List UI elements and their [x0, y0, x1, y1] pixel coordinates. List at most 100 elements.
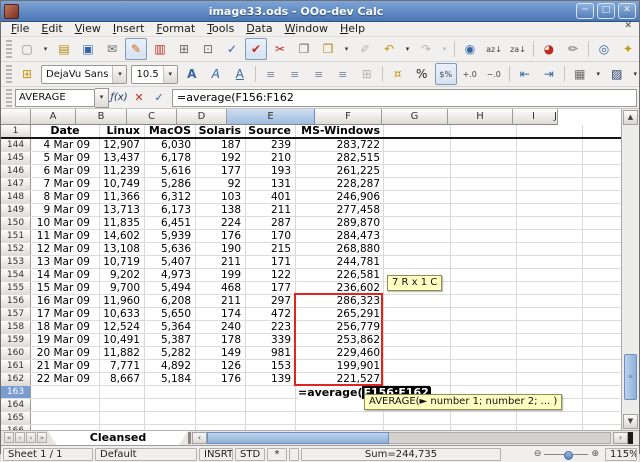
cell[interactable]: 4,892: [144, 360, 195, 372]
separator[interactable]: [509, 66, 510, 82]
cell[interactable]: 261,225: [295, 165, 383, 177]
separator[interactable]: [255, 66, 256, 82]
cell[interactable]: 5,282: [144, 347, 195, 359]
cell[interactable]: 11,882: [99, 347, 144, 359]
new-document-button[interactable]: ▢: [16, 38, 38, 60]
selection-mode-indicator[interactable]: STD: [235, 448, 265, 461]
spellcheck-button[interactable]: ✓: [221, 38, 243, 60]
cell[interactable]: 240: [195, 321, 245, 333]
tab-split-handle[interactable]: [188, 432, 191, 444]
cell[interactable]: 22 Mar 09: [31, 373, 99, 385]
cell[interactable]: 268,880: [295, 243, 383, 255]
separator[interactable]: [564, 66, 565, 82]
cell[interactable]: 14 Mar 09: [31, 269, 99, 281]
italic-button[interactable]: A: [205, 63, 227, 85]
row-header[interactable]: 149: [1, 204, 31, 216]
cell[interactable]: 7,771: [99, 360, 144, 372]
row-header[interactable]: 160: [1, 347, 31, 359]
name-box[interactable]: AVERAGE: [15, 89, 95, 107]
cell[interactable]: Linux: [99, 125, 144, 137]
bold-button[interactable]: A: [181, 63, 203, 85]
menu-item[interactable]: Edit: [35, 22, 68, 36]
number-format-standard-button[interactable]: $%: [435, 63, 457, 85]
export-pdf-button[interactable]: ▥: [149, 38, 171, 60]
cell[interactable]: 153: [245, 360, 295, 372]
edit-file-button[interactable]: ✎: [125, 38, 147, 60]
cell[interactable]: 277,458: [295, 204, 383, 216]
cell[interactable]: 139: [245, 373, 295, 385]
font-size-combo[interactable]: 10.5 ▾: [131, 65, 177, 84]
cell[interactable]: 5,939: [144, 230, 195, 242]
row-header[interactable]: 148: [1, 191, 31, 203]
row-header[interactable]: 153: [1, 256, 31, 268]
document-close-icon[interactable]: ✕: [620, 21, 636, 31]
font-name-value[interactable]: DejaVu Sans: [42, 69, 112, 80]
cell[interactable]: 6,208: [144, 295, 195, 307]
font-size-value[interactable]: 10.5: [132, 69, 162, 80]
cell[interactable]: 5,650: [144, 308, 195, 320]
cell[interactable]: Date: [31, 125, 99, 137]
save-button[interactable]: ▣: [77, 38, 99, 60]
cell[interactable]: 15 Mar 09: [31, 282, 99, 294]
cut-button[interactable]: ✂: [269, 38, 291, 60]
cell[interactable]: 289,870: [295, 217, 383, 229]
scroll-left-icon[interactable]: ‹: [192, 432, 207, 444]
formula-input[interactable]: =average(F156:F162: [172, 89, 637, 107]
cell[interactable]: 211: [195, 256, 245, 268]
cell[interactable]: 5,286: [144, 178, 195, 190]
split-window-handle[interactable]: [628, 432, 633, 444]
cell[interactable]: 10,719: [99, 256, 144, 268]
cell[interactable]: 193: [245, 165, 295, 177]
next-sheet-icon[interactable]: ›: [26, 432, 36, 443]
first-sheet-icon[interactable]: «: [4, 432, 14, 443]
zoom-slider-handle[interactable]: [564, 451, 573, 460]
insert-mode-indicator[interactable]: INSRT: [199, 448, 233, 461]
toolbar-grip[interactable]: [6, 40, 12, 58]
cell[interactable]: 11,239: [99, 165, 144, 177]
cell[interactable]: 210: [245, 152, 295, 164]
cell[interactable]: 176: [195, 373, 245, 385]
column-header[interactable]: I: [513, 109, 554, 125]
scroll-right-icon[interactable]: ›: [613, 432, 628, 444]
cell[interactable]: 12,907: [99, 139, 144, 151]
row-header[interactable]: 151: [1, 230, 31, 242]
column-header[interactable]: G: [382, 109, 448, 125]
cell[interactable]: 5,364: [144, 321, 195, 333]
menu-item[interactable]: Data: [240, 22, 278, 36]
row-header[interactable]: 146: [1, 165, 31, 177]
menu-item[interactable]: Tools: [201, 22, 240, 36]
zoom-out-icon[interactable]: ⊖: [534, 449, 542, 459]
cell[interactable]: 11 Mar 09: [31, 230, 99, 242]
scroll-down-icon[interactable]: ▼: [623, 414, 638, 429]
cell[interactable]: 7 Mar 09: [31, 178, 99, 190]
cell[interactable]: 103: [195, 191, 245, 203]
align-left-button[interactable]: ≡: [260, 63, 282, 85]
cell[interactable]: Source: [245, 125, 295, 137]
row-header[interactable]: 152: [1, 243, 31, 255]
redo-dropdown[interactable]: ▾: [439, 38, 450, 60]
cell[interactable]: 287: [245, 217, 295, 229]
cell[interactable]: MacOS: [144, 125, 195, 137]
cell[interactable]: 10,491: [99, 334, 144, 346]
sort-descending-button[interactable]: za↓: [507, 38, 529, 60]
menu-item[interactable]: Insert: [107, 22, 151, 36]
cell[interactable]: 126: [195, 360, 245, 372]
cell[interactable]: 6,030: [144, 139, 195, 151]
align-right-button[interactable]: ≡: [308, 63, 330, 85]
cell[interactable]: 5 Mar 09: [31, 152, 99, 164]
cell[interactable]: 6,173: [144, 204, 195, 216]
cell[interactable]: 5,494: [144, 282, 195, 294]
cell[interactable]: 6,451: [144, 217, 195, 229]
cell[interactable]: 122: [245, 269, 295, 281]
cell[interactable]: 10,633: [99, 308, 144, 320]
cell[interactable]: 17 Mar 09: [31, 308, 99, 320]
cell[interactable]: 187: [195, 139, 245, 151]
row-header[interactable]: 159: [1, 334, 31, 346]
cell[interactable]: 5,616: [144, 165, 195, 177]
row-header[interactable]: 156: [1, 295, 31, 307]
cell[interactable]: 149: [195, 347, 245, 359]
column-header[interactable]: A: [31, 109, 76, 125]
toolbar-grip[interactable]: [6, 89, 12, 107]
zoom-in-icon[interactable]: ⊕: [591, 449, 599, 459]
cell[interactable]: 20 Mar 09: [31, 347, 99, 359]
